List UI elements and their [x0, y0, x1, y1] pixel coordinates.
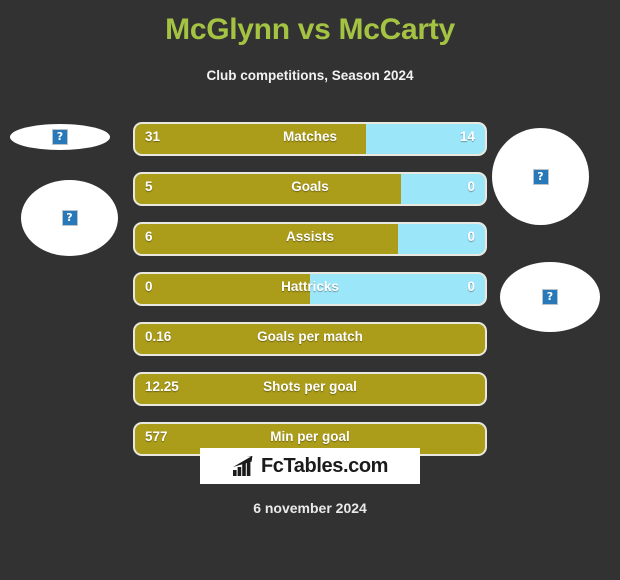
- stat-row: Assists 6 0: [133, 222, 487, 256]
- away-bar-segment: [310, 274, 485, 304]
- stat-bar: [135, 324, 485, 354]
- stat-row: Hattricks 0 0: [133, 272, 487, 306]
- away-bar-segment: [397, 224, 485, 254]
- away-bar-segment: [401, 174, 485, 204]
- stat-row: Goals 5 0: [133, 172, 487, 206]
- stat-bar: [135, 124, 485, 154]
- stat-bar: [135, 274, 485, 304]
- home-bar-segment: [135, 224, 398, 254]
- home-bar-segment: [135, 174, 401, 204]
- stat-bar: [135, 224, 485, 254]
- broken-image-icon: ?: [52, 129, 68, 145]
- broken-image-icon: ?: [532, 168, 549, 185]
- home-bar-segment: [135, 374, 485, 404]
- away-bar-segment: [366, 124, 485, 154]
- stat-bar: [135, 374, 485, 404]
- stat-row: Matches 31 14: [133, 122, 487, 156]
- home-player-photo: ?: [21, 180, 118, 256]
- broken-image-icon: ?: [61, 210, 78, 226]
- stat-bar: [135, 174, 485, 204]
- logo-text: FcTables.com: [260, 455, 389, 477]
- stat-rows: Matches 31 14 Goals 5 0 Assists 6 0 Hattricks 0 0 Go…: [133, 122, 487, 472]
- stat-row: Shots per goal 12.25: [133, 372, 487, 406]
- comparison-stage: ? ? ? ? Matches 31 14 Goals 5 0 Assists 6 0 Hattr…: [0, 0, 620, 580]
- bar-chart-arrow-icon: [232, 456, 253, 476]
- home-flag-image: ?: [10, 124, 110, 150]
- home-bar-segment: [135, 274, 310, 304]
- broken-image-icon: ?: [542, 289, 558, 305]
- stat-row: Goals per match 0.16: [133, 322, 487, 356]
- away-player-photo: ?: [492, 128, 589, 225]
- fctables-logo[interactable]: FcTables.com: [200, 448, 420, 484]
- chart-date: 6 november 2024: [253, 500, 367, 516]
- home-bar-segment: [135, 324, 485, 354]
- home-bar-segment: [135, 124, 366, 154]
- away-flag-image: ?: [500, 262, 600, 332]
